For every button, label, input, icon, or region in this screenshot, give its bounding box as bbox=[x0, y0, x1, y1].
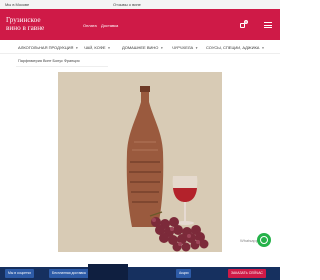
nav-item-home-wine[interactable]: ДОМАШНЕЕ ВИНО ▼ bbox=[122, 45, 163, 50]
product-image[interactable] bbox=[58, 72, 222, 252]
hamburger-icon bbox=[264, 22, 272, 23]
footer-thumbnail bbox=[88, 264, 128, 280]
nav-item-label: СОУСЫ, СПЕЦИИ, АДЖИКА bbox=[206, 45, 260, 50]
site-header: Грузинское вино в гавне Оплата Доставка … bbox=[0, 9, 280, 40]
chevron-down-icon: ▼ bbox=[195, 46, 199, 50]
nav-item-sauces[interactable]: СОУСЫ, СПЕЦИИ, АДЖИКА ▼ bbox=[206, 45, 264, 50]
chevron-down-icon: ▼ bbox=[107, 46, 111, 50]
main-nav: АЛКОГОЛЬНАЯ ПРОДУКЦИЯ ▼ ЧАЙ, КОФЕ ▼ ДОМАШН… bbox=[0, 40, 280, 54]
footer-promo-button[interactable]: Акции bbox=[176, 269, 192, 278]
top-bar-reviews[interactable]: Отзывы о вине bbox=[113, 2, 141, 7]
nav-item-label: ЧУРЧХЕЛА bbox=[172, 45, 194, 50]
top-bar: Мы в Москве Отзывы о вине bbox=[0, 0, 280, 9]
cart-count-badge: 0 bbox=[244, 20, 248, 24]
chevron-down-icon: ▼ bbox=[75, 46, 79, 50]
nav-item-label: ЧАЙ, КОФЕ bbox=[84, 45, 106, 50]
page: Мы в Москве Отзывы о вине Грузинское вин… bbox=[0, 0, 280, 280]
nav-item-label: АЛКОГОЛЬНАЯ ПРОДУКЦИЯ bbox=[18, 45, 74, 50]
chevron-down-icon: ▼ bbox=[160, 46, 164, 50]
footer-delivery-button[interactable]: Бесплатная доставка bbox=[49, 269, 89, 278]
footer-social-button[interactable]: Мы в соцсетях bbox=[5, 269, 35, 278]
whatsapp-icon bbox=[260, 236, 268, 244]
menu-button[interactable] bbox=[264, 22, 272, 30]
chevron-down-icon: ▼ bbox=[261, 46, 265, 50]
breadcrumb[interactable]: Парфюмерия Винт Бонус Франция bbox=[18, 59, 80, 63]
footer-bar: Мы в соцсетях Бесплатная доставка Акции … bbox=[0, 267, 280, 280]
breadcrumb-divider bbox=[16, 66, 108, 67]
nav-item-churchkhela[interactable]: ЧУРЧХЕЛА ▼ bbox=[172, 45, 198, 50]
header-link-delivery[interactable]: Доставка bbox=[101, 23, 118, 28]
top-bar-location[interactable]: Мы в Москве bbox=[5, 2, 29, 7]
whatsapp-button[interactable] bbox=[257, 233, 271, 247]
nav-item-alcohol[interactable]: АЛКОГОЛЬНАЯ ПРОДУКЦИЯ ▼ bbox=[18, 45, 78, 50]
product-photo bbox=[58, 72, 222, 252]
header-link-payment[interactable]: Оплата bbox=[83, 23, 97, 28]
cart-button[interactable]: 0 bbox=[240, 20, 250, 29]
footer-order-button[interactable]: ЗАКАЗАТЬ СЕЙЧАС bbox=[228, 269, 266, 278]
site-logo[interactable]: Грузинское вино в гавне bbox=[6, 16, 54, 32]
nav-item-label: ДОМАШНЕЕ ВИНО bbox=[122, 45, 159, 50]
nav-item-tea-coffee[interactable]: ЧАЙ, КОФЕ ▼ bbox=[84, 45, 111, 50]
whatsapp-label: Whatsapp bbox=[240, 238, 259, 243]
